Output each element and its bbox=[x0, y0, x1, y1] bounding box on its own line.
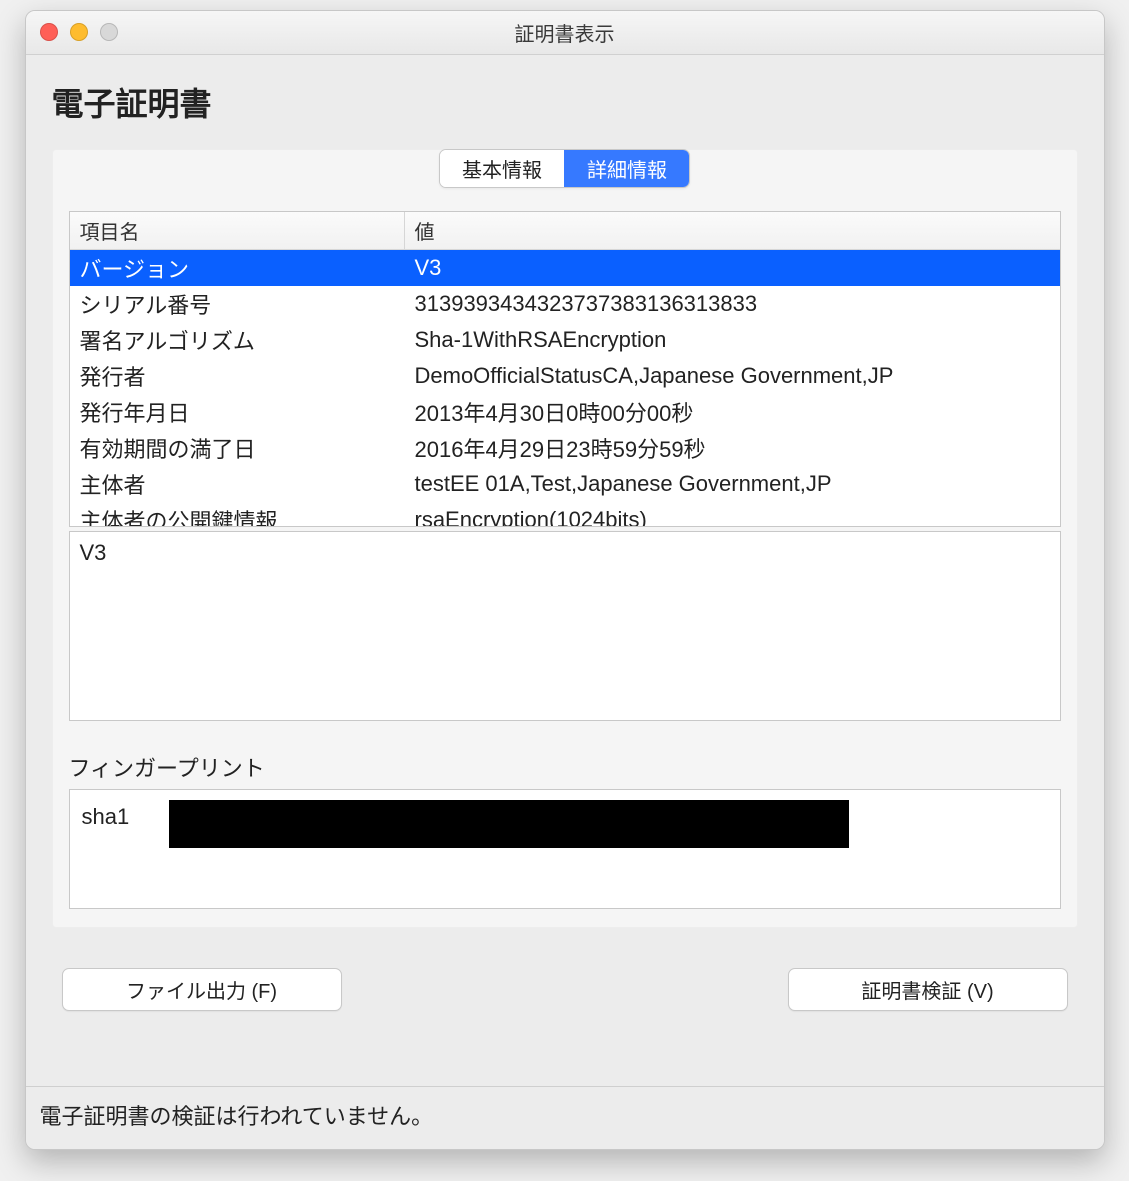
minimize-icon[interactable] bbox=[70, 23, 88, 41]
cell-name: 発行者 bbox=[70, 360, 405, 392]
cell-name: 有効期間の満了日 bbox=[70, 432, 405, 464]
table-row[interactable]: 主体者testEE 01A,Test,Japanese Government,J… bbox=[70, 466, 1060, 502]
window-title: 証明書表示 bbox=[515, 18, 615, 47]
export-button[interactable]: ファイル出力 (F) bbox=[62, 968, 342, 1011]
cell-value: rsaEncryption(1024bits) bbox=[405, 507, 1060, 526]
cell-value: 2013年4月30日0時00分00秒 bbox=[405, 396, 1060, 428]
cell-name: 主体者の公開鍵情報 bbox=[70, 504, 405, 526]
table-row[interactable]: 主体者の公開鍵情報rsaEncryption(1024bits) bbox=[70, 502, 1060, 526]
close-icon[interactable] bbox=[40, 23, 58, 41]
col-header-name[interactable]: 項目名 bbox=[70, 212, 405, 249]
cell-value: 3139393434323737383136313833 bbox=[405, 291, 1060, 317]
fingerprint-type: sha1 bbox=[82, 800, 130, 830]
verify-button[interactable]: 証明書検証 (V) bbox=[788, 968, 1068, 1011]
cell-value: Sha-1WithRSAEncryption bbox=[405, 327, 1060, 353]
tab-detail[interactable]: 詳細情報 bbox=[564, 150, 689, 187]
table-body[interactable]: バージョンV3シリアル番号313939343432373738313631383… bbox=[70, 250, 1060, 526]
cell-value: testEE 01A,Test,Japanese Government,JP bbox=[405, 471, 1060, 497]
zoom-icon bbox=[100, 23, 118, 41]
fingerprint-box: sha1 bbox=[69, 789, 1061, 909]
table-row[interactable]: 署名アルゴリズムSha-1WithRSAEncryption bbox=[70, 322, 1060, 358]
table-row[interactable]: 有効期間の満了日2016年4月29日23時59分59秒 bbox=[70, 430, 1060, 466]
table-header: 項目名 値 bbox=[70, 212, 1060, 250]
cell-value: 2016年4月29日23時59分59秒 bbox=[405, 432, 1060, 464]
cell-name: 発行年月日 bbox=[70, 396, 405, 428]
cell-name: 主体者 bbox=[70, 468, 405, 500]
cell-name: シリアル番号 bbox=[70, 288, 405, 320]
window-controls bbox=[40, 23, 118, 41]
tab-basic[interactable]: 基本情報 bbox=[440, 150, 564, 187]
value-detail-text: V3 bbox=[80, 540, 107, 565]
cell-name: バージョン bbox=[70, 252, 405, 284]
page-title: 電子証明書 bbox=[52, 79, 1078, 125]
certificate-viewer-window: 証明書表示 電子証明書 基本情報 詳細情報 項目名 値 バージョンV3シリアル番… bbox=[25, 10, 1105, 1150]
tab-group: 基本情報 詳細情報 bbox=[439, 149, 690, 188]
properties-table: 項目名 値 バージョンV3シリアル番号313939343432373738313… bbox=[69, 211, 1061, 527]
value-detail-box: V3 bbox=[69, 531, 1061, 721]
cell-value: V3 bbox=[405, 255, 1060, 281]
status-text: 電子証明書の検証は行われていません。 bbox=[40, 1104, 434, 1129]
details-panel: 基本情報 詳細情報 項目名 値 バージョンV3シリアル番号31393934343… bbox=[52, 149, 1078, 928]
titlebar: 証明書表示 bbox=[26, 11, 1104, 55]
col-header-value[interactable]: 値 bbox=[405, 216, 1060, 245]
content-area: 電子証明書 基本情報 詳細情報 項目名 値 バージョンV3シリアル番号31393… bbox=[26, 55, 1104, 1086]
fingerprint-value-redacted bbox=[169, 800, 849, 848]
fingerprint-label: フィンガープリント bbox=[69, 751, 1061, 783]
table-row[interactable]: シリアル番号3139393434323737383136313833 bbox=[70, 286, 1060, 322]
action-buttons: ファイル出力 (F) 証明書検証 (V) bbox=[52, 968, 1078, 1011]
table-row[interactable]: 発行年月日2013年4月30日0時00分00秒 bbox=[70, 394, 1060, 430]
cell-name: 署名アルゴリズム bbox=[70, 324, 405, 356]
cell-value: DemoOfficialStatusCA,Japanese Government… bbox=[405, 363, 1060, 389]
table-row[interactable]: バージョンV3 bbox=[70, 250, 1060, 286]
table-row[interactable]: 発行者DemoOfficialStatusCA,Japanese Governm… bbox=[70, 358, 1060, 394]
status-bar: 電子証明書の検証は行われていません。 bbox=[26, 1086, 1104, 1149]
